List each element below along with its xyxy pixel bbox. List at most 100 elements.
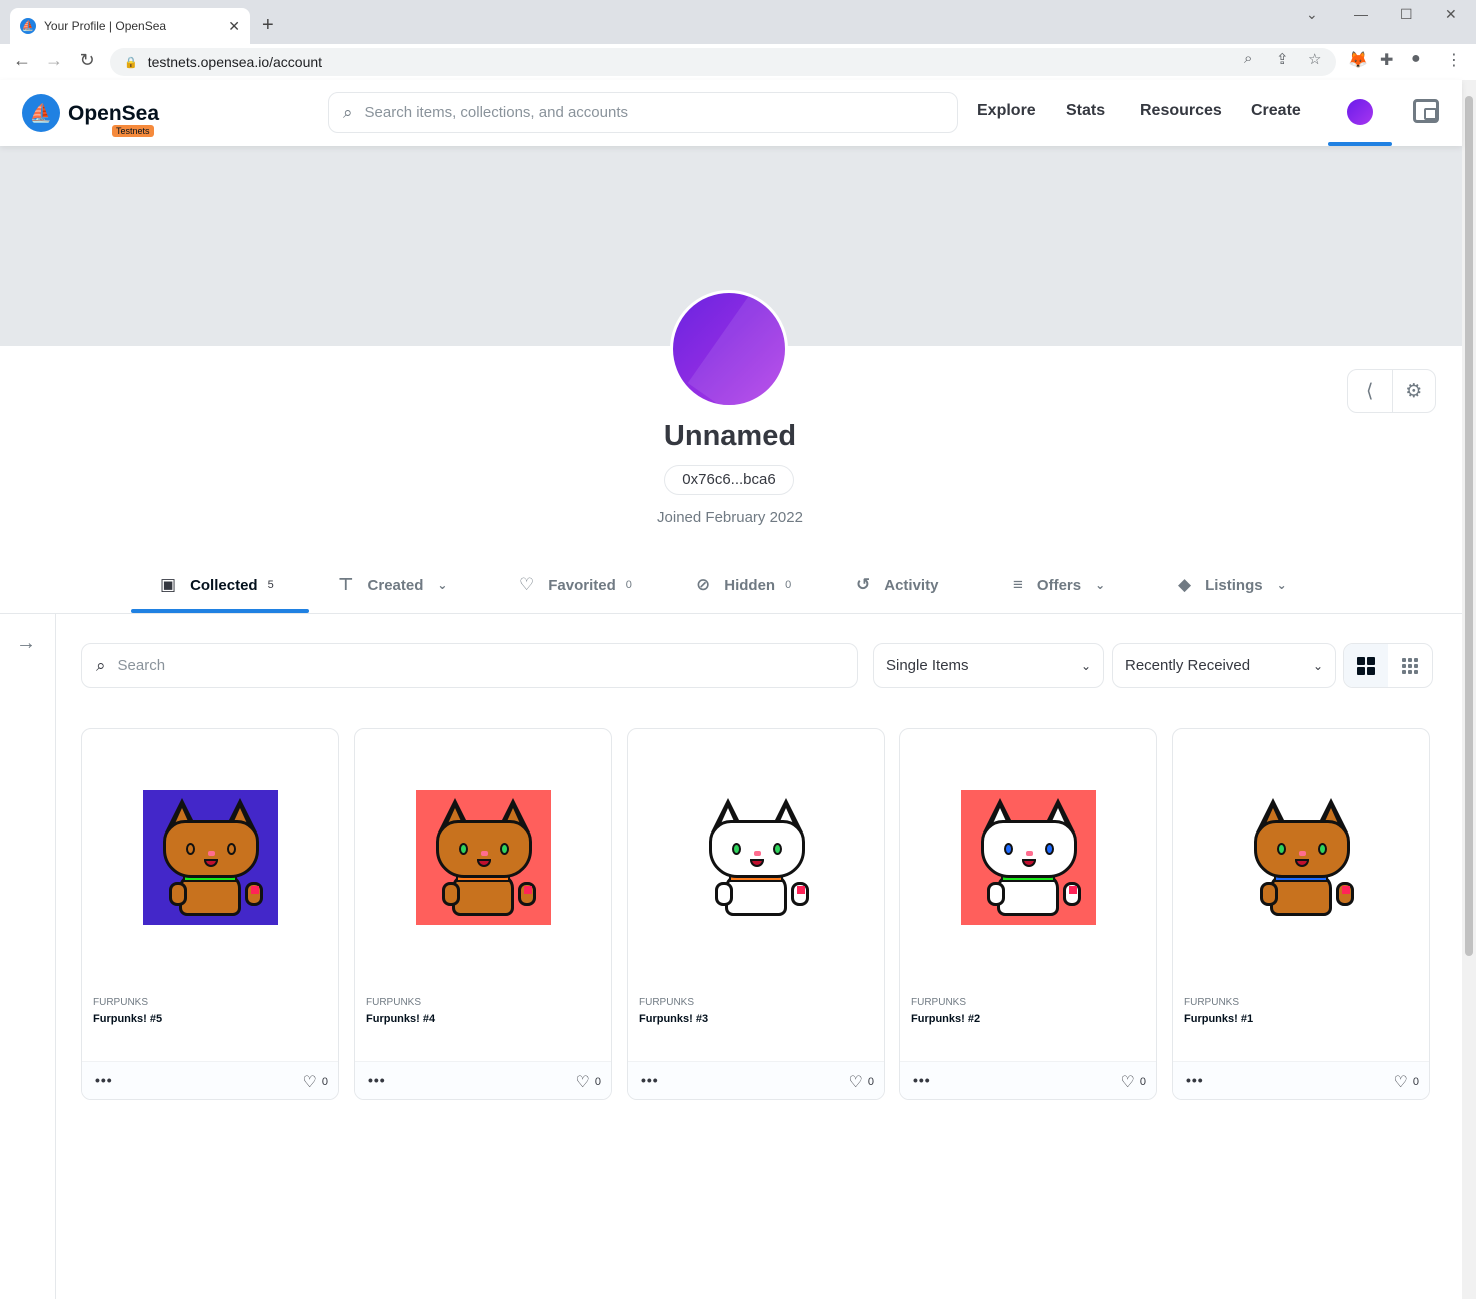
favorite-button[interactable]: ♡ 0 xyxy=(849,1072,874,1092)
expand-filters-arrow-icon[interactable]: → xyxy=(16,632,36,655)
scrollbar-thumb[interactable] xyxy=(1465,96,1473,956)
more-options-icon[interactable]: ••• xyxy=(368,1072,386,1088)
nft-collection-name[interactable]: FURPUNKS xyxy=(1184,997,1239,1008)
nft-title[interactable]: Furpunks! #1 xyxy=(1184,1013,1253,1025)
tab-search-icon[interactable]: ⌄ xyxy=(1306,6,1318,23)
browser-tab-title: Your Profile | OpenSea xyxy=(44,19,167,33)
more-options-icon[interactable]: ••• xyxy=(913,1072,931,1088)
nft-card[interactable]: FURPUNKS Furpunks! #4 ••• ♡ 0 xyxy=(354,728,612,1100)
nft-image[interactable] xyxy=(143,790,278,925)
opensea-logo-icon[interactable]: ⛵ xyxy=(22,94,60,132)
zoom-icon[interactable]: ⌕ xyxy=(1244,50,1252,67)
nft-card-footer: ••• ♡ 0 xyxy=(628,1061,884,1099)
nft-image[interactable] xyxy=(1234,790,1369,925)
tab-listings[interactable]: ◆ Listings ⌄ xyxy=(1178,572,1287,598)
favorite-button[interactable]: ♡ 0 xyxy=(576,1072,601,1092)
minimize-icon[interactable]: — xyxy=(1354,6,1368,22)
lock-icon: 🔒 xyxy=(124,56,138,69)
tab-hidden-label: Hidden xyxy=(724,576,776,594)
small-grid-button[interactable] xyxy=(1388,644,1432,687)
nft-card[interactable]: FURPUNKS Furpunks! #5 ••• ♡ 0 xyxy=(81,728,339,1100)
large-grid-icon xyxy=(1357,656,1375,675)
sort-select[interactable]: Recently Received ⌄ xyxy=(1112,643,1336,688)
more-options-icon[interactable]: ••• xyxy=(95,1072,113,1088)
tab-collected[interactable]: ▣ Collected 5 xyxy=(160,572,274,598)
heart-icon: ♡ xyxy=(1393,1074,1408,1091)
nft-collection-name[interactable]: FURPUNKS xyxy=(93,997,148,1008)
nav-create[interactable]: Create xyxy=(1251,102,1301,120)
bookmark-star-icon[interactable]: ☆ xyxy=(1308,50,1321,68)
new-tab-icon[interactable]: + xyxy=(262,14,274,37)
heart-icon: ♡ xyxy=(302,1074,317,1091)
eye-off-icon: ⊘ xyxy=(696,575,711,594)
global-search-input[interactable]: ⌕ Search items, collections, and account… xyxy=(328,92,958,133)
nav-explore[interactable]: Explore xyxy=(977,102,1036,120)
share-icon[interactable]: ⟨ xyxy=(1348,370,1392,412)
metamask-extension-icon[interactable]: 🦊 xyxy=(1348,50,1368,70)
maximize-icon[interactable]: ☐ xyxy=(1400,6,1413,23)
nft-title[interactable]: Furpunks! #3 xyxy=(639,1013,708,1025)
nft-card-footer: ••• ♡ 0 xyxy=(900,1061,1156,1099)
tab-activity[interactable]: ↺ Activity xyxy=(856,572,938,598)
wallet-address-button[interactable]: 0x76c6...bca6 xyxy=(664,465,794,495)
account-avatar[interactable] xyxy=(1347,99,1373,125)
tab-created[interactable]: ⊤ Created ⌄ xyxy=(338,572,447,598)
favorite-button[interactable]: ♡ 0 xyxy=(303,1072,328,1092)
brand-name[interactable]: OpenSea xyxy=(68,102,159,126)
back-icon[interactable]: ← xyxy=(10,50,34,71)
tab-hidden-count: 0 xyxy=(785,579,792,591)
nav-stats[interactable]: Stats xyxy=(1066,102,1105,120)
page-scrollbar[interactable] xyxy=(1462,80,1476,1299)
address-bar[interactable]: 🔒 testnets.opensea.io/account xyxy=(110,48,1336,76)
nft-title[interactable]: Furpunks! #5 xyxy=(93,1013,162,1025)
nft-card[interactable]: FURPUNKS Furpunks! #2 ••• ♡ 0 xyxy=(899,728,1157,1100)
cat-artwork xyxy=(977,797,1081,918)
like-count: 0 xyxy=(1412,1076,1419,1088)
nft-image[interactable] xyxy=(961,790,1096,925)
tab-offers-label: Offers xyxy=(1036,576,1082,594)
window-close-icon[interactable]: ✕ xyxy=(1445,6,1457,23)
wallet-icon[interactable] xyxy=(1413,99,1439,123)
more-options-icon[interactable]: ••• xyxy=(641,1072,659,1088)
nft-collection-name[interactable]: FURPUNKS xyxy=(911,997,966,1008)
large-grid-button[interactable] xyxy=(1344,644,1388,687)
nft-collection-name[interactable]: FURPUNKS xyxy=(366,997,421,1008)
account-active-indicator xyxy=(1328,142,1392,146)
favorite-button[interactable]: ♡ 0 xyxy=(1121,1072,1146,1092)
like-count: 0 xyxy=(1139,1076,1146,1088)
more-options-icon[interactable]: ••• xyxy=(1186,1072,1204,1088)
chevron-down-icon: ⌄ xyxy=(1080,658,1091,673)
nft-image[interactable] xyxy=(416,790,551,925)
share-page-icon[interactable]: ⇪ xyxy=(1276,50,1289,68)
nft-image[interactable] xyxy=(689,790,824,925)
heart-icon: ♡ xyxy=(1120,1074,1135,1091)
nft-collection-name[interactable]: FURPUNKS xyxy=(639,997,694,1008)
profile-icon[interactable]: ● xyxy=(1411,50,1421,68)
paint-roller-icon: ⊤ xyxy=(338,575,354,594)
nft-title[interactable]: Furpunks! #4 xyxy=(366,1013,435,1025)
nft-title[interactable]: Furpunks! #2 xyxy=(911,1013,980,1025)
tab-offers[interactable]: ≡ Offers ⌄ xyxy=(1013,572,1105,598)
settings-gear-icon[interactable]: ⚙ xyxy=(1391,370,1436,412)
browser-menu-icon[interactable]: ⋮ xyxy=(1446,50,1462,70)
tab-hidden[interactable]: ⊘ Hidden 0 xyxy=(696,572,791,598)
item-type-select[interactable]: Single Items ⌄ xyxy=(873,643,1104,688)
tab-collected-label: Collected xyxy=(190,576,258,594)
profile-avatar[interactable] xyxy=(670,290,788,408)
extensions-puzzle-icon[interactable]: ✚ xyxy=(1380,50,1393,70)
close-tab-icon[interactable]: ✕ xyxy=(228,18,240,35)
tab-collected-count: 5 xyxy=(267,579,274,591)
forward-icon[interactable]: → xyxy=(42,50,66,71)
tab-favorited[interactable]: ♡ Favorited 0 xyxy=(519,572,632,598)
grid-view-toggle xyxy=(1343,643,1433,688)
browser-tab[interactable]: ⛵ Your Profile | OpenSea ✕ xyxy=(10,8,250,44)
global-search-placeholder: Search items, collections, and accounts xyxy=(364,104,628,121)
items-search-input[interactable]: ⌕ Search xyxy=(81,643,858,688)
sort-value: Recently Received xyxy=(1125,657,1251,674)
reload-icon[interactable]: ↻ xyxy=(75,50,99,71)
nav-resources[interactable]: Resources xyxy=(1140,102,1222,120)
nft-card[interactable]: FURPUNKS Furpunks! #1 ••• ♡ 0 xyxy=(1172,728,1430,1100)
collected-icon: ▣ xyxy=(160,575,177,594)
nft-card[interactable]: FURPUNKS Furpunks! #3 ••• ♡ 0 xyxy=(627,728,885,1100)
favorite-button[interactable]: ♡ 0 xyxy=(1394,1072,1419,1092)
